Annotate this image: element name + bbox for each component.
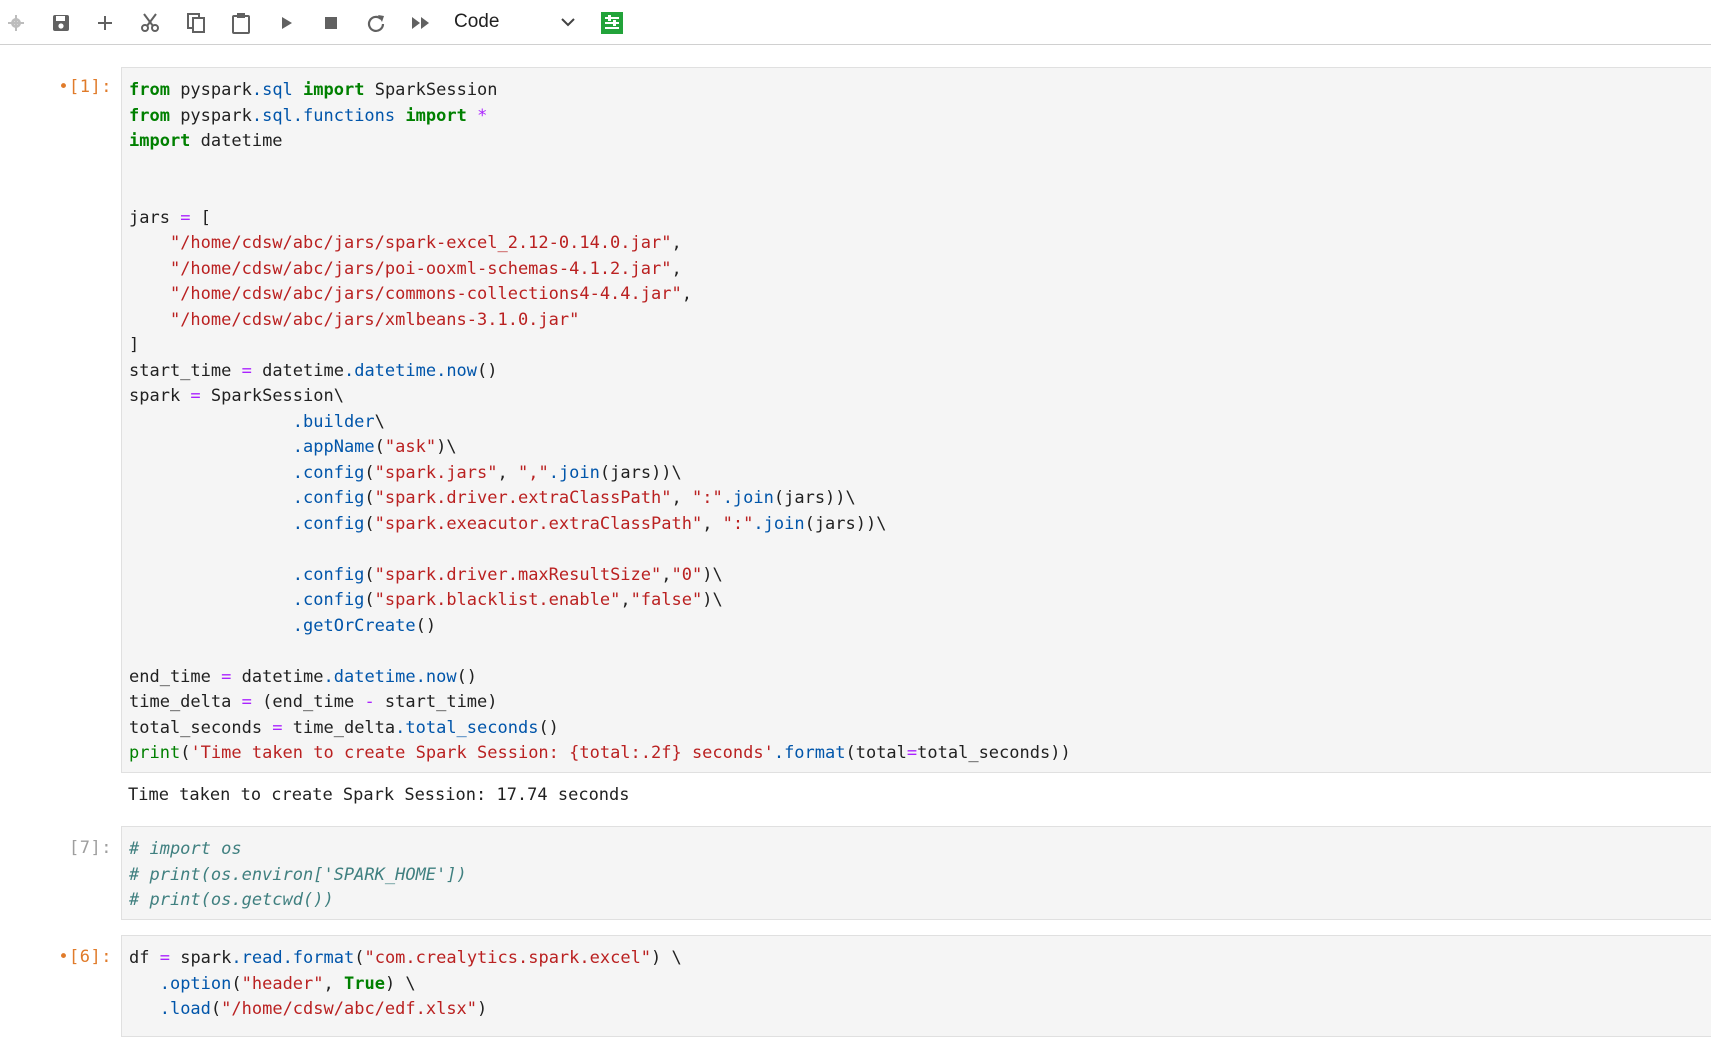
code-text: # import os # print(os.environ['SPARK_HO… [129, 839, 467, 910]
code-editor[interactable]: df = spark.read.format("com.crealytics.s… [121, 935, 1711, 1037]
copy-icon[interactable] [182, 10, 210, 36]
cut-icon[interactable] [137, 10, 165, 36]
add-cell-icon[interactable] [91, 10, 119, 36]
chevron-down-icon [560, 11, 576, 33]
stop-icon[interactable] [317, 10, 345, 36]
save-icon[interactable] [47, 10, 75, 36]
cell-prompt: [7]: [69, 838, 112, 858]
restart-icon[interactable] [362, 10, 390, 36]
paste-icon[interactable] [227, 10, 255, 36]
run-icon[interactable] [272, 10, 300, 36]
fast-forward-icon[interactable] [407, 10, 435, 36]
property-inspector-icon[interactable] [598, 10, 626, 36]
cell-prompt: •[6]: [58, 947, 112, 967]
code-editor[interactable]: # import os # print(os.environ['SPARK_HO… [121, 826, 1711, 920]
notebook-toolbar: Code [0, 0, 1711, 45]
cell-type-label: Code [454, 11, 500, 32]
code-text: df = spark.read.format("com.crealytics.s… [129, 948, 682, 1019]
cell-type-select[interactable]: Code [454, 8, 584, 36]
cell-output: Time taken to create Spark Session: 17.7… [128, 785, 630, 805]
code-editor[interactable]: from pyspark.sql import SparkSession fro… [121, 67, 1711, 773]
gear-icon[interactable] [2, 10, 30, 36]
code-text: from pyspark.sql import SparkSession fro… [129, 80, 1071, 763]
cell-prompt: •[1]: [58, 77, 112, 97]
